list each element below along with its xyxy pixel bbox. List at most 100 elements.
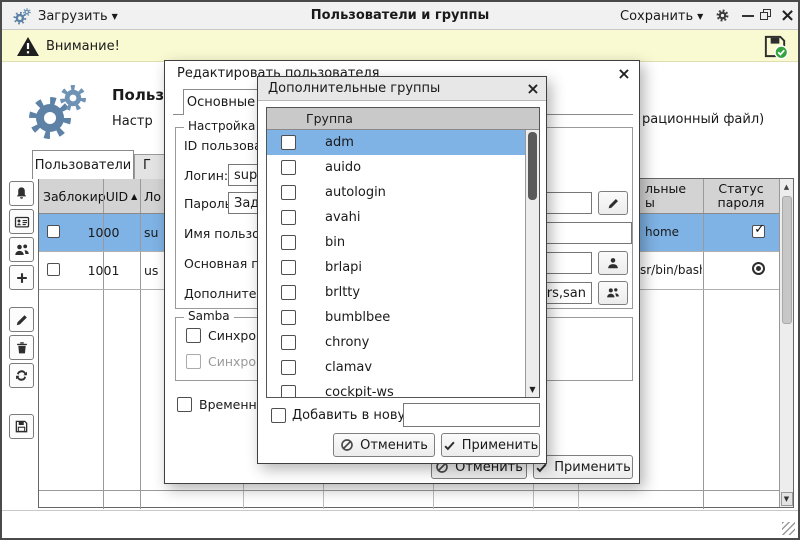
group-list-item[interactable]: bin [267,230,527,255]
group-checkbox[interactable] [281,385,296,398]
sync-checkbox-1[interactable] [186,328,201,343]
group-list-item[interactable]: clamav [267,355,527,380]
notifications-button[interactable] [9,181,34,206]
group-checkbox[interactable] [281,260,296,275]
save-users-button[interactable] [9,414,34,439]
grid-line [103,179,104,509]
group-list-item[interactable]: chrony [267,330,527,355]
warning-banner: Внимание! [2,30,798,62]
add-user-button[interactable] [9,265,34,290]
resize-grip[interactable] [782,522,795,535]
group-column-label: Группа [306,111,353,126]
grid-line [39,490,779,491]
group-name: adm [325,135,354,150]
add-new-row[interactable]: Добавить в новую: [271,405,421,425]
trash-icon [15,341,29,355]
group-checkbox[interactable] [281,160,296,175]
scroll-thumb[interactable] [782,196,792,324]
bell-icon [14,186,29,201]
delete-user-button[interactable] [9,335,34,360]
group-name: brltty [325,285,360,300]
column-header-extra-line2: ы [645,196,701,210]
group-checkbox[interactable] [281,210,296,225]
column-header-uid[interactable]: UID ▲ [103,179,140,213]
cell-extra: sr/bin/bash [640,251,702,289]
password-status-radio[interactable] [752,262,765,275]
tab-basic-label: Основные [187,95,255,110]
refresh-button[interactable] [9,363,34,388]
password-status-checkbox[interactable] [752,225,765,238]
cancel-button[interactable]: Отменить [333,433,435,457]
group-list-item[interactable]: bumblbee [267,305,527,330]
group-checkbox[interactable] [281,235,296,250]
scroll-up-button[interactable]: ▲ [780,180,793,193]
group-name: brlapi [325,260,362,275]
scroll-down-button[interactable]: ▼ [781,492,793,506]
scroll-down-button[interactable]: ▼ [526,382,539,396]
apply-button[interactable]: Применить [533,455,633,479]
login-value: sup [234,168,257,183]
column-header-status-line1: Статус [703,182,779,196]
save-file-icon[interactable] [762,33,789,60]
group-checkbox[interactable] [281,135,296,150]
group-list-item[interactable]: cockpit-ws [267,380,527,398]
group-list-item[interactable]: auido [267,155,527,180]
group-checkbox[interactable] [281,360,296,375]
save-button[interactable]: Сохранить ▼ [620,5,703,27]
apply-button[interactable]: Применить [441,433,540,457]
pencil-icon [607,197,620,210]
group-list-item[interactable]: avahi [267,205,527,230]
page-title: Польз [112,86,164,104]
column-header-password-status[interactable]: Статус пароля [703,182,779,213]
caret-down-icon: ▼ [697,12,703,21]
tab-users[interactable]: Пользователи [32,150,134,179]
row-blocked-checkbox[interactable] [47,225,60,238]
list-scrollbar[interactable]: ▼ [525,130,539,397]
group-name: cockpit-ws [325,385,394,398]
add-new-input[interactable] [403,403,540,427]
group-list-item[interactable]: adm [267,130,527,155]
grid-line [140,179,141,509]
primary-group-button[interactable] [598,251,628,275]
column-header-extra-groups[interactable]: льные ы [645,182,701,213]
add-new-checkbox[interactable] [271,408,286,423]
tab-users-label: Пользователи [35,158,132,173]
login-label: Логин: [184,164,228,186]
dialog-close-button[interactable]: × [615,65,633,83]
group-list-header[interactable]: Группа [267,108,539,130]
group-list-item[interactable]: brlapi [267,255,527,280]
group-checkbox[interactable] [281,310,296,325]
edit-password-button[interactable] [598,191,628,215]
scroll-thumb[interactable] [528,132,537,200]
group-checkbox[interactable] [281,185,296,200]
settings-gear-icon[interactable] [714,7,731,24]
maximize-button[interactable] [760,9,771,20]
temp-checkbox[interactable] [177,397,192,412]
dialog-titlebar: Дополнительные группы × [258,77,546,101]
group-list-item[interactable]: autologin [267,180,527,205]
edit-user-button[interactable] [9,307,34,332]
sync-checkbox-2[interactable] [186,354,201,369]
column-header-status-line2: пароля [703,196,779,210]
page-subtitle: Настр [112,114,153,129]
tab-basic[interactable]: Основные [183,89,259,115]
check-icon [443,439,456,452]
password-value: Зад [234,196,259,211]
close-button[interactable]: × [780,7,795,25]
column-header-extra-line1: льные [645,182,701,196]
group-checkbox[interactable] [281,285,296,300]
vertical-scrollbar[interactable]: ▲ ▼ [779,179,793,507]
cancel-icon [340,438,354,452]
groups-button[interactable] [9,237,34,262]
group-list-item[interactable]: brltty [267,280,527,305]
column-header-blocked[interactable]: Заблокир [43,179,101,213]
apply-label: Применить [554,460,630,475]
dialog-close-button[interactable]: × [524,80,542,98]
minimize-button[interactable] [742,15,754,17]
extra-groups-button[interactable] [598,281,628,305]
accounts-button[interactable] [9,209,34,234]
column-header-uid-label: UID [106,189,128,204]
row-blocked-checkbox[interactable] [47,263,60,276]
pencil-icon [15,313,29,327]
group-checkbox[interactable] [281,335,296,350]
